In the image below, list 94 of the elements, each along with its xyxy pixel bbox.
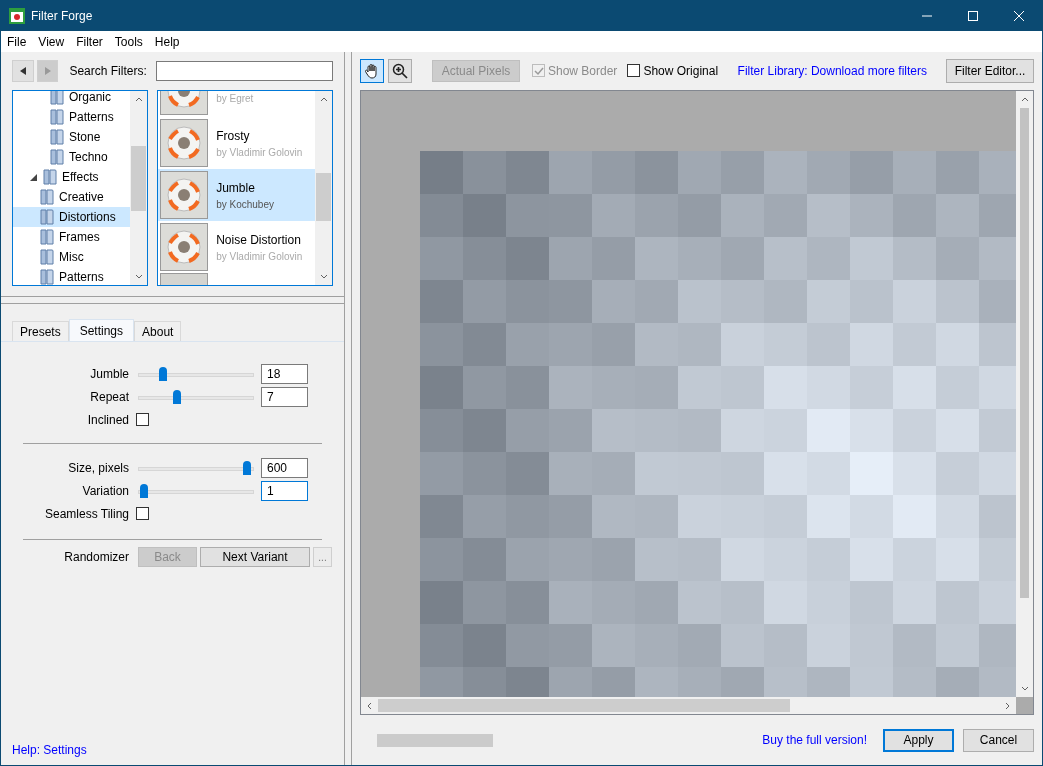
checkmark-icon	[533, 65, 544, 76]
folder-icon	[40, 209, 54, 225]
show-original-checkbox[interactable]: Show Original	[627, 61, 719, 80]
slider[interactable]	[138, 460, 254, 475]
buy-link[interactable]: Buy the full version!	[762, 731, 867, 750]
scrollbar[interactable]	[315, 91, 332, 285]
zoom-button[interactable]	[388, 58, 412, 83]
folder-icon	[50, 149, 64, 165]
tab[interactable]: About	[134, 321, 182, 341]
hand-icon	[364, 62, 380, 79]
list-item[interactable]: Noise Distortion by Vladimir Golovin	[158, 221, 315, 273]
folder-icon	[40, 249, 54, 265]
folder-icon	[40, 269, 54, 285]
scrollbar-thumb[interactable]	[1020, 107, 1029, 598]
folder-icon	[50, 109, 64, 125]
filter-name: Frosty	[216, 127, 251, 145]
back-arrow-button[interactable]	[12, 60, 34, 82]
folder-icon	[43, 169, 57, 185]
folder-icon	[40, 229, 54, 245]
vertical-scrollbar[interactable]	[1016, 90, 1033, 698]
setting-label: Variation	[81, 482, 129, 500]
value-field[interactable]: 7	[261, 386, 308, 407]
filter-author: by Egret	[216, 91, 254, 106]
app-logo-icon	[9, 8, 25, 24]
tree-item[interactable]: Patterns	[13, 107, 131, 127]
tree-item[interactable]: Effects	[13, 167, 131, 187]
tree-item[interactable]: Organic	[13, 91, 131, 107]
list-item[interactable]: Jumble by Kochubey	[158, 169, 315, 221]
slider[interactable]	[138, 483, 254, 498]
slider-thumb[interactable]	[242, 460, 251, 475]
right-arrow-icon	[44, 67, 51, 75]
filter-editor-button[interactable]: Filter Editor...	[946, 58, 1034, 83]
checkbox[interactable]	[136, 413, 149, 426]
search-label: Search Filters:	[69, 63, 147, 80]
slider[interactable]	[138, 366, 254, 381]
slider-thumb[interactable]	[172, 389, 181, 404]
menu-item[interactable]: Help	[148, 32, 186, 51]
slider-thumb[interactable]	[140, 483, 149, 498]
folder-icon	[50, 91, 64, 105]
setting-label: Repeat	[89, 388, 129, 406]
cancel-button[interactable]: Cancel	[963, 728, 1034, 752]
tree-item[interactable]: Techno	[13, 147, 131, 167]
tree-item[interactable]: Misc	[13, 247, 131, 267]
filter-name: Jumble	[216, 179, 256, 197]
splitter[interactable]	[344, 52, 352, 765]
menu-item[interactable]: Filter	[70, 32, 109, 51]
help-link[interactable]: Help: Settings	[12, 741, 87, 759]
scrollbar-thumb[interactable]	[131, 146, 147, 211]
slider[interactable]	[138, 389, 254, 404]
zoom-in-icon	[392, 62, 408, 79]
filter-author: by Vladimir Golovin	[216, 145, 303, 160]
tree-item[interactable]: Frames	[13, 227, 131, 247]
setting-label: Seamless Tiling	[43, 505, 129, 523]
setting-label: Jumble	[89, 365, 129, 383]
apply-button[interactable]: Apply	[883, 728, 954, 752]
menu-item[interactable]: File	[1, 32, 33, 51]
scrollbar-thumb[interactable]	[378, 699, 790, 713]
more-button[interactable]: ...	[313, 547, 332, 567]
setting-label: Size, pixels	[67, 459, 129, 477]
tree-item[interactable]: Patterns	[13, 267, 131, 285]
menu-item[interactable]: Tools	[108, 32, 149, 51]
folder-icon	[40, 189, 54, 205]
search-field[interactable]	[155, 61, 333, 81]
checkbox[interactable]	[136, 507, 149, 520]
horizontal-scrollbar[interactable]	[361, 697, 1016, 715]
thumbnail-image	[160, 119, 209, 167]
randomizer-label: Randomizer	[63, 549, 129, 566]
filter-library-link[interactable]: Filter Library: Download more filters	[737, 61, 927, 80]
filter-name: Noise Distortion	[216, 231, 302, 249]
scrollbar-thumb[interactable]	[316, 173, 331, 221]
value-field[interactable]: 600	[261, 457, 308, 478]
list-item[interactable]: Frosty by Vladimir Golovin	[158, 117, 315, 169]
tree-item[interactable]: Stone	[13, 127, 131, 147]
hand-tool-button[interactable]	[360, 58, 384, 83]
next-variant-button[interactable]: Next Variant	[200, 547, 310, 567]
setting-label: Inclined	[86, 411, 129, 429]
horizontal-splitter[interactable]	[1, 296, 344, 304]
slider-thumb[interactable]	[158, 366, 167, 381]
thumbnail-image	[160, 171, 209, 219]
left-arrow-icon	[19, 67, 26, 75]
value-field[interactable]: 1	[261, 480, 308, 501]
filter-author: by Vladimir Golovin	[216, 249, 303, 264]
thumbnail-image	[160, 223, 209, 271]
filter-author: by Kochubey	[216, 197, 274, 212]
tree-item[interactable]: Creative	[13, 187, 131, 207]
scrollbar[interactable]	[130, 91, 148, 285]
tab[interactable]: Settings	[68, 319, 135, 341]
tab[interactable]: Presets	[12, 321, 69, 341]
value-field[interactable]: 18	[261, 363, 308, 384]
window-title: Filter Forge	[31, 8, 93, 25]
menu-item[interactable]: View	[32, 32, 71, 51]
tree-item[interactable]: Distortions	[13, 207, 131, 227]
expanded-arrow-icon	[30, 173, 37, 181]
folder-icon	[50, 129, 64, 145]
